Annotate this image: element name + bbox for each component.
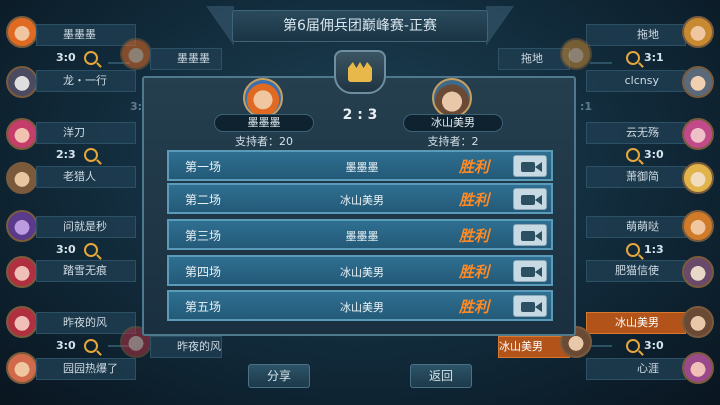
replay-video-button[interactable] — [513, 260, 547, 282]
banner-wing-left — [206, 6, 234, 46]
player-left-name: 墨墨墨 — [214, 114, 314, 132]
replay-video-button[interactable] — [513, 155, 547, 177]
round-winner: 冰山美男 — [340, 301, 384, 314]
bracket-player-winner[interactable]: 冰山美男 — [586, 312, 686, 334]
video-camera-lens-icon — [535, 302, 542, 312]
view-match-icon[interactable] — [626, 148, 640, 162]
bracket-player[interactable]: 拖地 — [586, 24, 686, 46]
bracket-player[interactable]: 萧御简 — [586, 166, 686, 188]
view-match-icon[interactable] — [626, 243, 640, 257]
avatar — [682, 118, 714, 150]
avatar — [6, 256, 38, 288]
round-result: 胜利 — [459, 227, 490, 245]
round-row: 第三场 墨墨墨 胜利 — [167, 219, 553, 250]
bracket-player[interactable]: 问就是秒 — [36, 216, 136, 238]
video-camera-icon — [521, 231, 535, 241]
avatar — [6, 66, 38, 98]
avatar — [6, 352, 38, 384]
round-winner: 冰山美男 — [340, 194, 384, 207]
view-match-icon[interactable] — [84, 51, 98, 65]
round-result: 胜利 — [459, 298, 490, 316]
bracket-player[interactable]: 园园热爆了 — [36, 358, 136, 380]
avatar — [120, 38, 152, 70]
bracket-score: 3:0 — [644, 148, 664, 161]
bracket-player[interactable]: 洋刀 — [36, 122, 136, 144]
bracket-line — [590, 62, 612, 64]
bracket-player[interactable]: clcnsy — [586, 70, 686, 92]
side-score: 3: — [130, 100, 143, 113]
video-camera-lens-icon — [535, 231, 542, 241]
video-camera-icon — [521, 302, 535, 312]
bracket-player[interactable]: 昨夜的风 — [36, 312, 136, 334]
view-match-icon[interactable] — [626, 51, 640, 65]
avatar — [682, 306, 714, 338]
round-winner: 墨墨墨 — [345, 161, 379, 174]
player-left-avatar — [243, 78, 283, 118]
video-camera-icon — [521, 162, 535, 172]
bracket-score: 1:3 — [644, 243, 664, 256]
replay-video-button[interactable] — [513, 224, 547, 246]
view-match-icon[interactable] — [84, 339, 98, 353]
player-right-name: 冰山美男 — [403, 114, 503, 132]
game-screen: 第6届佣兵团巅峰赛-正赛 墨墨墨 3:0 龙・一行 洋刀 2:3 老猎人 问就是… — [0, 0, 720, 405]
round-row: 第五场 冰山美男 胜利 — [167, 290, 553, 321]
avatar — [6, 16, 38, 48]
bracket-player[interactable]: 心涯 — [586, 358, 686, 380]
avatar — [6, 118, 38, 150]
avatar — [682, 16, 714, 48]
avatar — [682, 210, 714, 242]
avatar — [682, 66, 714, 98]
view-match-icon[interactable] — [84, 148, 98, 162]
avatar — [682, 162, 714, 194]
avatar — [6, 162, 38, 194]
round-result: 胜利 — [459, 191, 490, 209]
avatar — [682, 352, 714, 384]
replay-video-button[interactable] — [513, 295, 547, 317]
share-button[interactable]: 分享 — [248, 364, 310, 388]
avatar — [682, 256, 714, 288]
view-match-icon[interactable] — [626, 339, 640, 353]
bracket-score: 3:1 — [644, 51, 664, 64]
avatar — [6, 306, 38, 338]
banner-wing-right — [486, 6, 514, 46]
crown-emblem — [334, 50, 386, 94]
view-match-icon[interactable] — [84, 243, 98, 257]
round-winner: 冰山美男 — [340, 266, 384, 279]
bracket-player[interactable]: 踏雪无痕 — [36, 260, 136, 282]
bracket-player[interactable]: 老猎人 — [36, 166, 136, 188]
video-camera-lens-icon — [535, 195, 542, 205]
round-result: 胜利 — [459, 158, 490, 176]
video-camera-lens-icon — [535, 267, 542, 277]
player-right-avatar — [432, 78, 472, 118]
round-result: 胜利 — [459, 263, 490, 281]
avatar — [6, 210, 38, 242]
bracket-player[interactable]: 萌萌哒 — [586, 216, 686, 238]
match-score: 2 : 3 — [342, 107, 378, 123]
video-camera-icon — [521, 195, 535, 205]
bracket-player[interactable]: 云无殇 — [586, 122, 686, 144]
back-button[interactable]: 返回 — [410, 364, 472, 388]
video-camera-icon — [521, 267, 535, 277]
round-row: 第二场 冰山美男 胜利 — [167, 183, 553, 214]
round-row: 第一场 墨墨墨 胜利 — [167, 150, 553, 181]
semifinal-player[interactable]: 墨墨墨 — [150, 48, 222, 70]
side-score: :1 — [580, 100, 593, 113]
bracket-player[interactable]: 墨墨墨 — [36, 24, 136, 46]
crown-icon — [348, 62, 372, 82]
video-camera-lens-icon — [535, 162, 542, 172]
bracket-player[interactable]: 肥猫信使 — [586, 260, 686, 282]
avatar — [560, 38, 592, 70]
semifinal-player[interactable]: 昨夜的风 — [150, 336, 222, 358]
player-right-supporters: 支持者：2 — [427, 135, 479, 148]
bracket-score: 3:0 — [644, 339, 664, 352]
tournament-title: 第6届佣兵团巅峰赛-正赛 — [232, 10, 488, 42]
bracket-player[interactable]: 龙・一行 — [36, 70, 136, 92]
bracket-line — [590, 345, 612, 347]
player-left-supporters: 支持者：20 — [235, 135, 293, 148]
round-row: 第四场 冰山美男 胜利 — [167, 255, 553, 286]
replay-video-button[interactable] — [513, 188, 547, 210]
round-winner: 墨墨墨 — [345, 230, 379, 243]
